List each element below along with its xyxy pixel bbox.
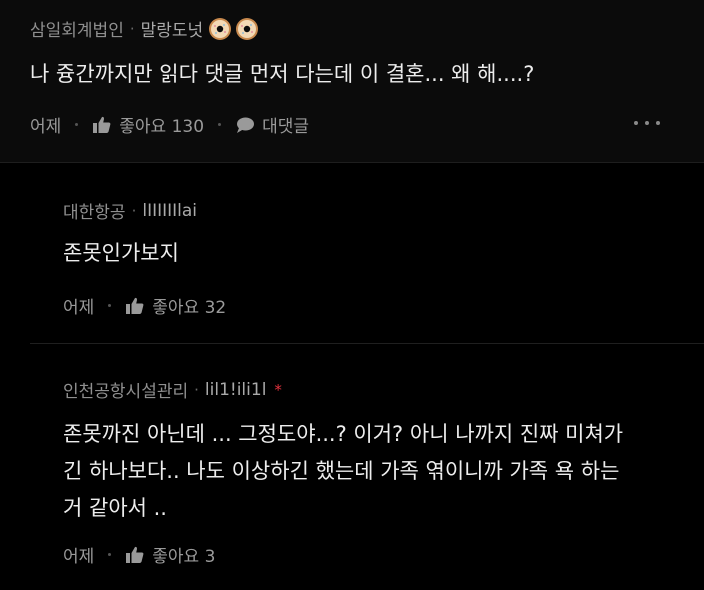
author-badges	[205, 17, 259, 41]
reply-label: 대댓글	[262, 117, 309, 137]
reply-text: 존못인가보지	[63, 235, 179, 272]
meta-separator: ·	[131, 201, 137, 220]
donut-icon	[236, 17, 259, 40]
comment-time: 어제	[30, 117, 62, 137]
reply-text-line: 존못까진 아닌데 ... 그정도야...? 이거? 아니 나까지 진짜 미쳐가	[63, 422, 624, 446]
author-nickname[interactable]: 말랑도넛	[141, 16, 204, 41]
more-dot	[645, 121, 649, 125]
reply-comment: 인천공항시설관리 · lil1!ili1l * 존못까진 아닌데 ... 그정도…	[30, 344, 704, 590]
action-separator	[108, 553, 112, 556]
reply-text-line: 거 같아서 ..	[63, 496, 167, 520]
comment-text: 나 즁간까지만 읽다 댓글 먼저 다는데 이 결혼... 왜 해....?	[30, 62, 535, 86]
reply-text-line: 긴 하나보다.. 나도 이상하긴 했는데 가족 엮이니까 가족 욕 하는	[63, 459, 620, 483]
thumbs-up-icon	[126, 546, 144, 563]
reply-time: 어제	[63, 547, 95, 567]
like-count: 좋아요 130	[119, 117, 205, 137]
reply-button[interactable]: 대댓글	[235, 112, 309, 137]
reply-time: 어제	[63, 298, 95, 318]
meta-separator: ·	[129, 19, 135, 38]
like-button[interactable]: 좋아요 3	[125, 542, 215, 567]
top-comment: 삼일회계법인 · 말랑도넛 나 즁간까지만 읽다 댓글 먼저 다는데 이 결혼.…	[0, 0, 704, 163]
comment-author: 삼일회계법인 · 말랑도넛	[30, 16, 259, 41]
action-separator	[218, 123, 222, 126]
speech-bubble-icon	[237, 117, 255, 133]
like-button[interactable]: 좋아요 32	[125, 293, 226, 318]
like-button[interactable]: 좋아요 130	[92, 112, 204, 137]
reply-actions: 어제 좋아요 3	[63, 542, 215, 567]
like-count: 좋아요 3	[152, 547, 216, 567]
like-count: 좋아요 32	[152, 298, 227, 318]
more-dot	[634, 121, 638, 125]
author-company: 인천공항시설관리	[63, 382, 189, 402]
thumbs-up-icon	[126, 297, 144, 314]
author-company: 삼일회계법인	[30, 21, 124, 41]
comment-actions: 어제 좋아요 130 대댓글	[30, 112, 309, 137]
reply-author: 인천공항시설관리 · lil1!ili1l *	[63, 377, 282, 403]
reply-author: 대한항공 · lIIIIIIlai	[63, 198, 197, 224]
more-dot	[656, 121, 660, 125]
thumbs-up-icon	[93, 116, 111, 133]
reply-text-line: 존못인가보지	[63, 241, 179, 265]
author-nickname[interactable]: lIIIIIIlai	[142, 201, 197, 221]
comment-thread: 삼일회계법인 · 말랑도넛 나 즁간까지만 읽다 댓글 먼저 다는데 이 결혼.…	[0, 0, 704, 590]
action-separator	[75, 123, 79, 126]
action-separator	[108, 304, 112, 307]
meta-separator: ·	[194, 380, 199, 399]
reply-text: 존못까진 아닌데 ... 그정도야...? 이거? 아니 나까지 진짜 미쳐가 …	[63, 416, 623, 527]
donut-icon	[209, 17, 232, 40]
reply-comment: 대한항공 · lIIIIIIlai 존못인가보지 어제 좋아요 32	[30, 163, 704, 344]
more-options-icon[interactable]	[634, 118, 660, 128]
author-nickname[interactable]: lil1!ili1l	[205, 380, 267, 400]
reply-actions: 어제 좋아요 32	[63, 293, 226, 318]
author-company: 대한항공	[63, 203, 126, 223]
author-mark: *	[274, 380, 282, 399]
